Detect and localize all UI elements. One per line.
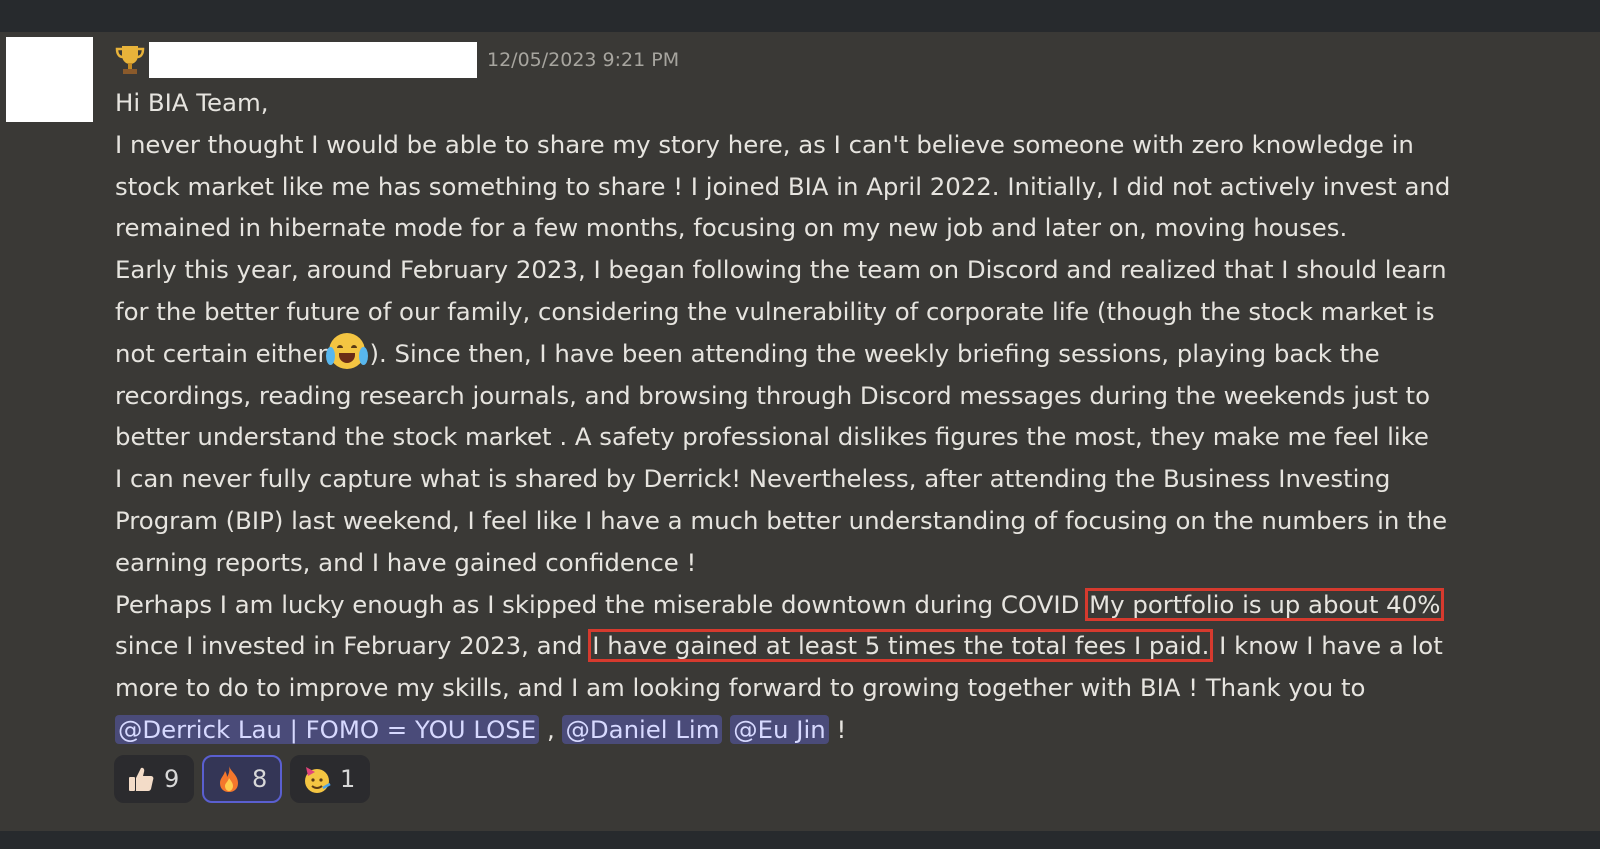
- message-text: ). Since then, I have been attending the…: [369, 338, 1380, 368]
- mention-daniel[interactable]: @Daniel Lim: [562, 714, 723, 744]
- message-line: I never thought I would be able to share…: [115, 129, 1414, 159]
- avatar[interactable]: [6, 37, 93, 122]
- message-header: 12/05/2023 9:21 PM: [115, 37, 679, 83]
- message-line: @Derrick Lau | FOMO = YOU LOSE , @Daniel…: [115, 709, 1555, 751]
- separator: ,: [539, 714, 563, 744]
- fire-icon: [220, 766, 238, 792]
- message-line: since I invested in February 2023, and I…: [115, 625, 1555, 667]
- top-bar: [0, 0, 1600, 32]
- message-line: recordings, reading research journals, a…: [115, 380, 1431, 410]
- reactions-bar: 9 8 1: [114, 755, 370, 803]
- thumbs-up-icon: [129, 767, 154, 791]
- reaction-fire[interactable]: 8: [202, 755, 282, 803]
- message-timestamp: 12/05/2023 9:21 PM: [487, 49, 680, 71]
- trophy-icon: [115, 46, 145, 74]
- message-text: Perhaps I am lucky enough as I skipped t…: [115, 589, 1080, 619]
- reaction-count: 1: [340, 765, 356, 793]
- username[interactable]: [149, 42, 477, 78]
- message-line: better understand the stock market . A s…: [115, 422, 1429, 452]
- message-line: Hi BIA Team,: [115, 88, 269, 117]
- highlight-box-fees: I have gained at least 5 times the total…: [588, 629, 1214, 663]
- message-text: I know I have a lot: [1219, 631, 1443, 661]
- highlight-box-portfolio: My portfolio is up about 40%: [1085, 587, 1445, 621]
- message-text: since I invested in February 2023, and: [115, 631, 583, 661]
- message-line: not certain either ). Since then, I have …: [115, 332, 1555, 375]
- partying-face-icon: [305, 767, 331, 793]
- mention-eu-jin[interactable]: @Eu Jin: [730, 714, 829, 744]
- message-line: for the better future of our family, con…: [115, 296, 1435, 326]
- message-line: more to do to improve my skills, and I a…: [115, 673, 1366, 703]
- reaction-partying-face[interactable]: 1: [290, 755, 370, 803]
- reaction-thumbs-up[interactable]: 9: [114, 755, 194, 803]
- reaction-count: 8: [252, 765, 268, 793]
- reaction-count: 9: [164, 765, 180, 793]
- tears-of-joy-emoji-icon: [326, 332, 369, 369]
- message-text: not certain either: [115, 338, 328, 368]
- message-line: stock market like me has something to sh…: [115, 171, 1451, 201]
- bottom-bar: [0, 831, 1600, 849]
- message-line: Program (BIP) last weekend, I feel like …: [115, 505, 1448, 535]
- message-line: Perhaps I am lucky enough as I skipped t…: [115, 584, 1555, 626]
- mention-derrick[interactable]: @Derrick Lau | FOMO = YOU LOSE: [115, 714, 540, 744]
- message-content: Hi BIA Team, I never thought I would be …: [115, 82, 1555, 751]
- message-end: !: [828, 714, 847, 744]
- message-line: remained in hibernate mode for a few mon…: [115, 213, 1348, 243]
- message-line: earning reports, and I have gained confi…: [115, 547, 697, 577]
- message-line: I can never fully capture what is shared…: [115, 464, 1391, 494]
- message-line: Early this year, around February 2023, I…: [115, 255, 1447, 285]
